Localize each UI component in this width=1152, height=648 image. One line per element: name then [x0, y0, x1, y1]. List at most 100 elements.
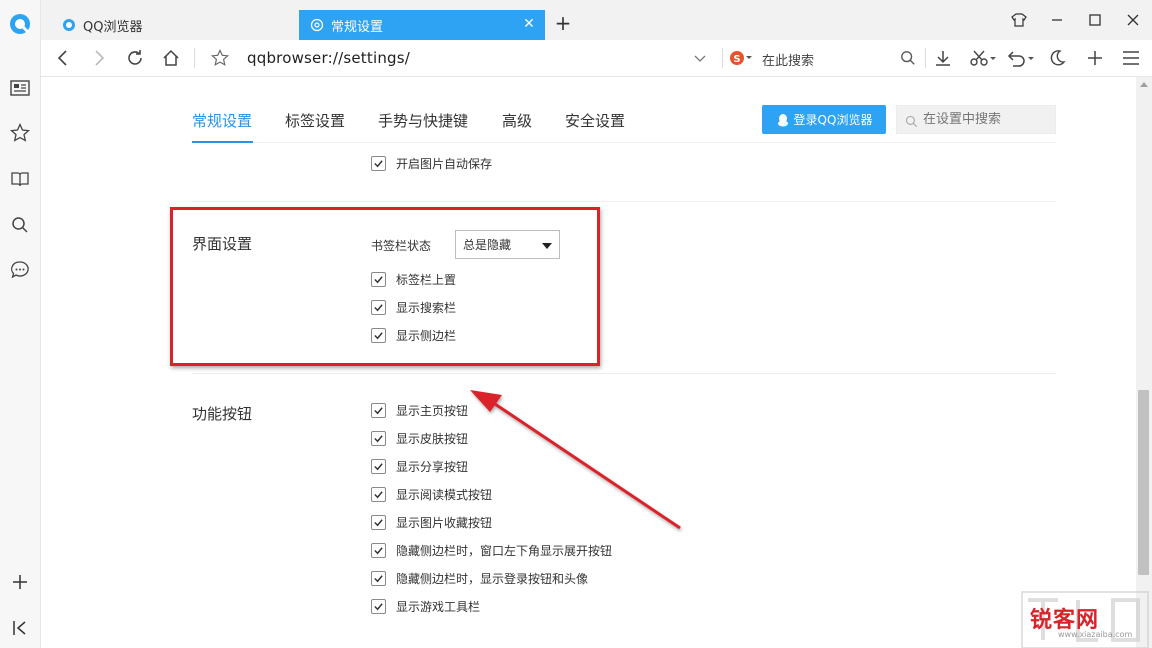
checkbox[interactable] [371, 271, 386, 287]
checkbox[interactable] [371, 542, 386, 558]
option-label: 标签栏上置 [396, 272, 457, 287]
night-mode-icon[interactable] [1045, 46, 1069, 70]
checkbox[interactable] [371, 327, 386, 343]
section-divider [192, 201, 1056, 202]
option-label: 隐藏侧边栏时，窗口左下角显示展开按钮 [396, 543, 613, 558]
active-tab-indicator [192, 141, 253, 143]
tab-title: 常规设置 [331, 19, 384, 35]
interface-settings-title: 界面设置 [192, 235, 253, 253]
checkbox[interactable] [371, 430, 386, 446]
book-icon[interactable] [8, 167, 32, 191]
left-sidebar [0, 0, 41, 648]
checkbox[interactable] [371, 299, 386, 315]
option-label: 显示皮肤按钮 [396, 431, 469, 446]
show-game-toolbar-option[interactable]: 显示游戏工具栏 [371, 597, 480, 615]
settings-search-input[interactable] [923, 112, 1053, 127]
select-value: 总是隐藏 [463, 238, 512, 252]
show-image-collect-option[interactable]: 显示图片收藏按钮 [371, 513, 492, 531]
screenshot-scissors-icon[interactable] [967, 46, 1001, 70]
show-login-avatar-option[interactable]: 隐藏侧边栏时，显示登录按钮和头像 [371, 569, 588, 587]
show-expand-button-option[interactable]: 隐藏侧边栏时，窗口左下角显示展开按钮 [371, 541, 612, 559]
new-tab-button[interactable]: + [553, 13, 573, 34]
url-dropdown-icon[interactable] [693, 50, 709, 66]
download-icon[interactable] [931, 46, 955, 70]
scroll-up-arrow-icon[interactable] [1140, 82, 1148, 87]
settings-page: 常规设置 标签设置 手势与快捷键 高级 安全设置 登录QQ浏览器 开启图片自动保… [41, 77, 1136, 648]
login-button-label: 登录QQ浏览器 [793, 113, 873, 127]
login-qq-browser-button[interactable]: 登录QQ浏览器 [762, 105, 886, 134]
tab-qq-browser[interactable]: QQ浏览器 [51, 10, 296, 40]
checkbox[interactable] [371, 402, 386, 418]
settings-search-field[interactable] [896, 105, 1056, 134]
image-autosave-option[interactable]: 开启图片自动保存 [371, 154, 492, 172]
settings-favicon-icon [309, 17, 325, 33]
tab-tab-settings[interactable]: 标签设置 [285, 110, 345, 131]
bookmark-bar-label: 书签栏状态 [371, 239, 432, 253]
minimize-icon[interactable] [1045, 8, 1069, 32]
plus-icon[interactable] [1083, 46, 1107, 70]
checkbox[interactable] [371, 458, 386, 474]
function-buttons-title: 功能按钮 [192, 405, 253, 423]
checkbox[interactable] [371, 514, 386, 530]
skin-icon[interactable] [1007, 8, 1031, 32]
show-reading-mode-option[interactable]: 显示阅读模式按钮 [371, 485, 492, 503]
section-divider [192, 373, 1056, 374]
qq-favicon-icon [61, 17, 77, 33]
option-label: 隐藏侧边栏时，显示登录按钮和头像 [396, 571, 589, 586]
chat-icon[interactable] [8, 258, 32, 282]
bookmark-star-icon[interactable] [208, 46, 232, 70]
refresh-icon[interactable] [123, 46, 147, 70]
svg-text:S: S [733, 54, 740, 65]
checkbox[interactable] [371, 486, 386, 502]
forward-icon[interactable] [87, 46, 111, 70]
tab-title: QQ浏览器 [83, 19, 143, 35]
undo-close-icon[interactable] [1005, 46, 1039, 70]
tab-general-settings[interactable]: 常规设置 [192, 110, 252, 131]
tab-advanced[interactable]: 高级 [502, 110, 532, 131]
web-search-input[interactable]: 在此搜索 [762, 50, 814, 69]
tab-gestures-shortcuts[interactable]: 手势与快捷键 [378, 110, 468, 131]
show-share-button-option[interactable]: 显示分享按钮 [371, 457, 468, 475]
news-icon[interactable] [8, 76, 32, 100]
sogou-search-engine-icon[interactable]: S [729, 46, 753, 70]
tab-settings[interactable]: 常规设置 ✕ [299, 10, 545, 40]
watermark-url: www.xiazaiba.com [1058, 630, 1133, 639]
qq-penguin-icon [776, 113, 790, 127]
tab-security-settings[interactable]: 安全设置 [565, 110, 625, 131]
tab-strip: QQ浏览器 常规设置 ✕ + [41, 0, 1152, 40]
tabbar-top-option[interactable]: 标签栏上置 [371, 270, 456, 288]
option-label: 显示搜索栏 [396, 300, 457, 315]
menu-icon[interactable] [1119, 46, 1143, 70]
address-toolbar: qqbrowser://settings/ S 在此搜索 [41, 40, 1152, 77]
add-icon[interactable] [8, 570, 32, 594]
close-tab-icon[interactable]: ✕ [521, 16, 537, 32]
option-label: 显示侧边栏 [396, 328, 457, 343]
browser-window: QQ浏览器 常规设置 ✕ + qqbrowser://settings/ S 在… [0, 0, 1152, 648]
search-icon[interactable] [896, 46, 920, 70]
close-window-icon[interactable] [1121, 8, 1145, 32]
address-field[interactable]: qqbrowser://settings/ [247, 49, 410, 67]
show-sidebar-option[interactable]: 显示侧边栏 [371, 326, 456, 344]
show-home-button-option[interactable]: 显示主页按钮 [371, 401, 468, 419]
option-label: 开启图片自动保存 [396, 156, 493, 171]
option-label: 显示游戏工具栏 [396, 599, 481, 614]
checkbox[interactable] [371, 570, 386, 586]
show-searchbar-option[interactable]: 显示搜索栏 [371, 298, 456, 316]
collapse-sidebar-icon[interactable] [8, 616, 32, 640]
bookmark-bar-select[interactable]: 总是隐藏 [455, 230, 560, 259]
search-icon [905, 113, 919, 127]
star-icon[interactable] [8, 121, 32, 145]
scrollbar-thumb[interactable] [1138, 390, 1149, 575]
search-icon[interactable] [8, 213, 32, 237]
dropdown-caret-icon [542, 243, 552, 249]
checkbox[interactable] [371, 598, 386, 614]
checkbox[interactable] [371, 155, 386, 171]
toolbar-divider [722, 48, 723, 68]
show-skin-button-option[interactable]: 显示皮肤按钮 [371, 429, 468, 447]
qq-browser-logo-icon[interactable] [8, 12, 32, 36]
option-label: 显示图片收藏按钮 [396, 515, 493, 530]
maximize-icon[interactable] [1083, 8, 1107, 32]
home-icon[interactable] [159, 46, 183, 70]
back-icon[interactable] [51, 46, 75, 70]
toolbar-divider [194, 48, 195, 68]
